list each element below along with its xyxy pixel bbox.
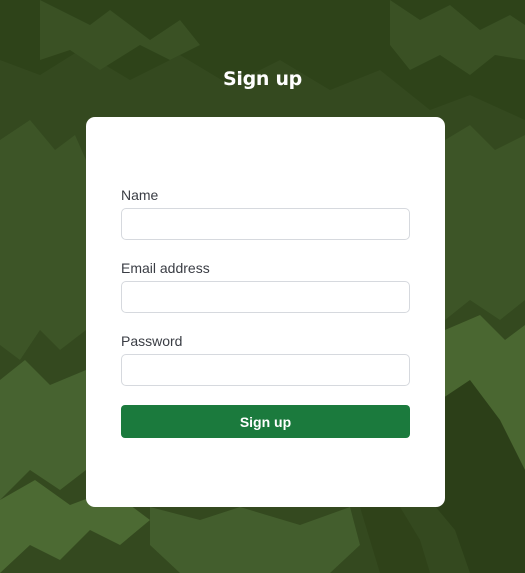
password-input[interactable] bbox=[121, 354, 410, 386]
password-label: Password bbox=[121, 333, 183, 349]
page-title: Sign up bbox=[223, 68, 302, 90]
sign-up-button[interactable]: Sign up bbox=[121, 405, 410, 438]
email-input[interactable] bbox=[121, 281, 410, 313]
name-input[interactable] bbox=[121, 208, 410, 240]
email-label: Email address bbox=[121, 260, 210, 276]
name-label: Name bbox=[121, 187, 159, 203]
signup-card: Name Email address Password Sign up bbox=[86, 117, 445, 507]
